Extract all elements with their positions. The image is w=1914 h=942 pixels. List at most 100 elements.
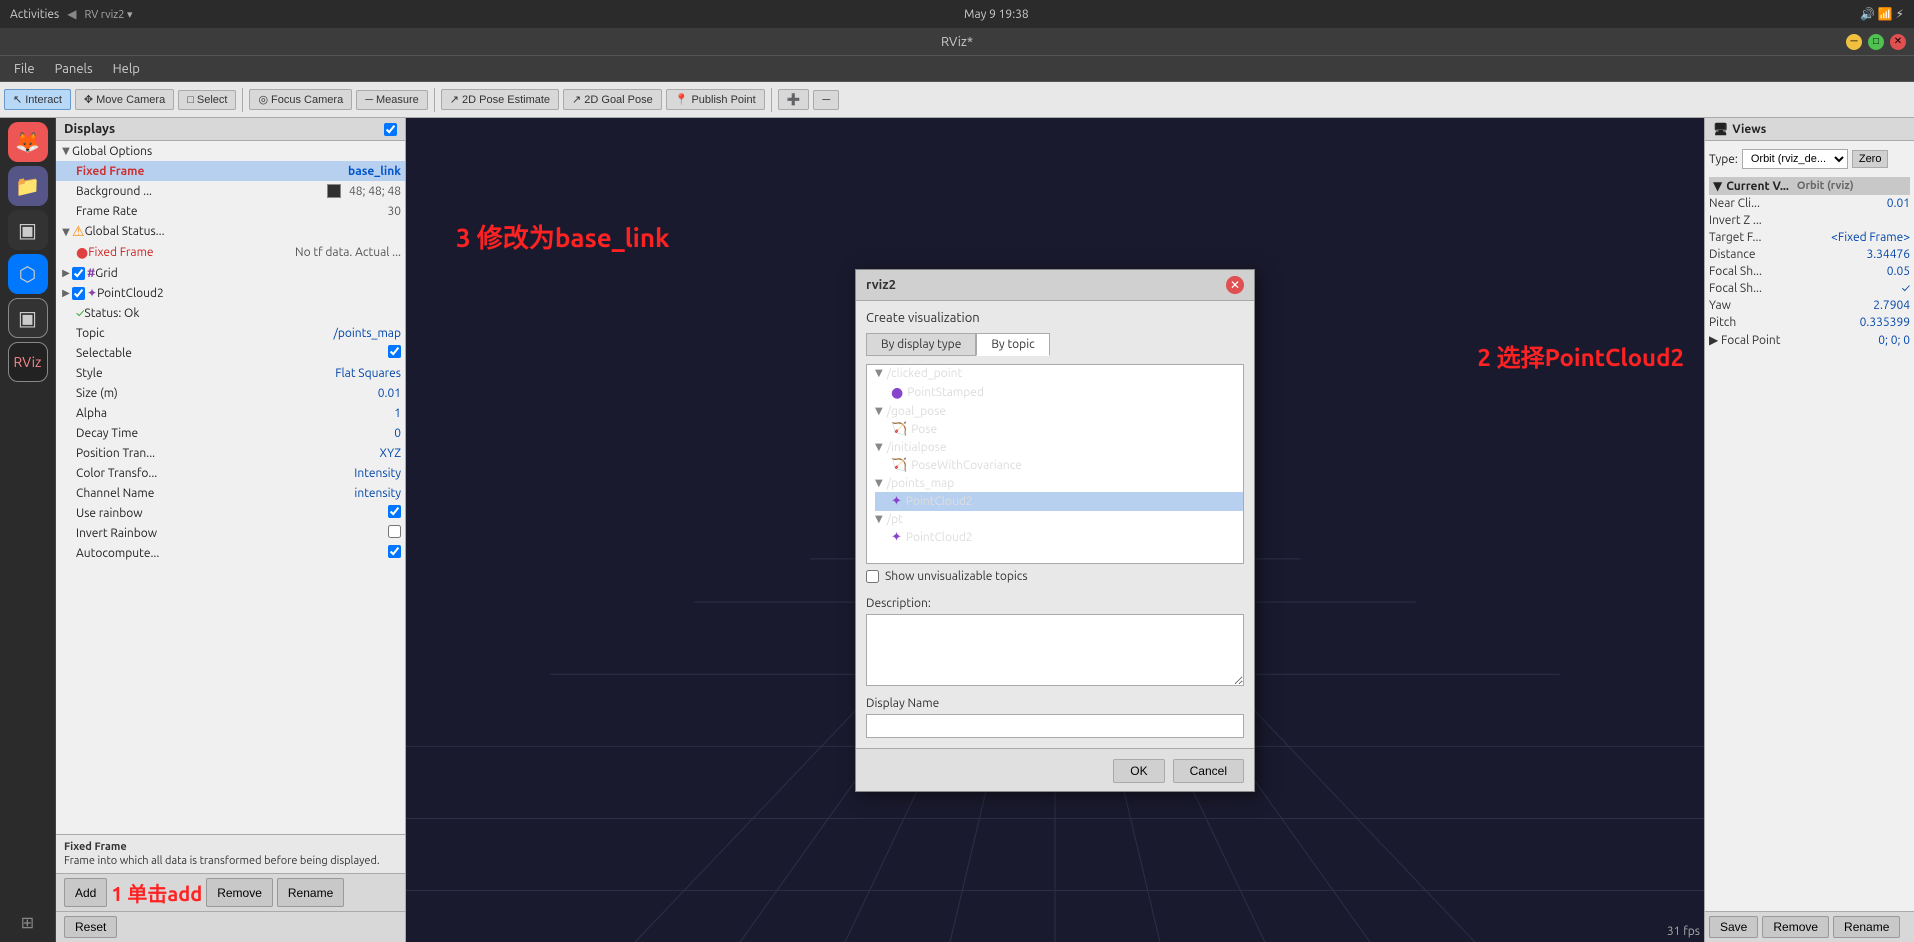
displays-toggle[interactable]: [384, 123, 397, 136]
alpha-row[interactable]: Alpha 1: [56, 403, 405, 423]
measure-button[interactable]: ─ Measure: [356, 90, 428, 110]
topic-tree[interactable]: ▼ /clicked_point ● PointStamped ▼ /goal_…: [866, 364, 1244, 564]
view-type-select[interactable]: Orbit (rviz_de...: [1742, 149, 1848, 169]
taskbar-terminal2[interactable]: ▣: [8, 298, 48, 338]
status-ok-label: Status: Ok: [84, 307, 401, 320]
move-camera-button[interactable]: ✥ Move Camera: [75, 89, 174, 110]
view-type-label: Type:: [1709, 153, 1738, 166]
size-row[interactable]: Size (m) 0.01: [56, 383, 405, 403]
view-zero-button[interactable]: Zero: [1852, 150, 1889, 168]
display-name-input[interactable]: [866, 714, 1244, 738]
toolbar: ↖ Interact ✥ Move Camera □ Select ◎ Focu…: [0, 82, 1914, 118]
dialog-close-button[interactable]: ✕: [1226, 276, 1244, 294]
focus-camera-button[interactable]: ◎ Focus Camera: [249, 89, 352, 110]
pose-label: Pose: [911, 423, 937, 436]
interact-button[interactable]: ↖ Interact: [4, 89, 71, 110]
menu-panels[interactable]: Panels: [45, 60, 103, 78]
invert-rainbow-row[interactable]: Invert Rainbow: [56, 523, 405, 543]
grid-row[interactable]: ▶ # Grid: [56, 263, 405, 283]
fixed-frame-row[interactable]: Fixed Frame base_link: [56, 161, 405, 181]
pose-estimate-button[interactable]: ↗ 2D Pose Estimate: [441, 89, 559, 110]
pointcloud2-pt-item[interactable]: ✦ PointCloud2: [875, 528, 1243, 547]
yaw-row: Yaw 2.7904: [1709, 297, 1910, 314]
add-tool-button[interactable]: ➕: [778, 89, 810, 110]
decay-time-row[interactable]: Decay Time 0: [56, 423, 405, 443]
menu-help[interactable]: Help: [103, 60, 150, 78]
position-trans-row[interactable]: Position Tran... XYZ: [56, 443, 405, 463]
3d-viewport[interactable]: 3 修改为base_link rviz2 ✕ Create visualizat…: [406, 118, 1704, 942]
publish-point-button[interactable]: 📍 Publish Point: [666, 89, 765, 110]
tab-by-display-type[interactable]: By display type: [866, 333, 976, 356]
style-row[interactable]: Style Flat Squares: [56, 363, 405, 383]
alpha-key: Alpha: [76, 407, 390, 420]
pointcloud2-checkbox[interactable]: [72, 287, 85, 300]
views-rename-button[interactable]: Rename: [1833, 916, 1900, 938]
grid-label: Grid: [95, 267, 401, 280]
taskbar-rviz[interactable]: RViz: [8, 342, 48, 382]
initialpose-item[interactable]: ▼ /initialpose: [867, 439, 1243, 456]
displays-title: Displays: [64, 122, 115, 136]
activities-label[interactable]: Activities: [10, 8, 59, 21]
topic-row[interactable]: Topic /points_map: [56, 323, 405, 343]
use-rainbow-row[interactable]: Use rainbow: [56, 503, 405, 523]
frame-rate-row[interactable]: Frame Rate 30: [56, 201, 405, 221]
near-clip-value: 0.01: [1887, 197, 1910, 210]
display-name-section: Display Name: [866, 697, 1244, 738]
topic-key: Topic: [76, 327, 329, 340]
current-view-header[interactable]: ▼ Current V... Orbit (rviz): [1709, 177, 1910, 195]
background-row[interactable]: Background ... 48; 48; 48: [56, 181, 405, 201]
minimize-button[interactable]: ─: [1846, 34, 1862, 50]
selectable-value: [388, 345, 401, 361]
focal-point-label: ▶ Focal Point: [1709, 333, 1874, 347]
show-unvisualizable-checkbox[interactable]: [866, 570, 879, 583]
pt-item[interactable]: ▼ /pt: [867, 511, 1243, 528]
autocompute-row[interactable]: Autocompute...: [56, 543, 405, 563]
maximize-button[interactable]: □: [1868, 34, 1884, 50]
reset-button[interactable]: Reset: [64, 916, 117, 938]
distance-label: Distance: [1709, 248, 1862, 261]
remove-tool-button[interactable]: ─: [813, 90, 839, 110]
global-status-row[interactable]: ▼ ⚠ Global Status...: [56, 221, 405, 242]
cancel-button[interactable]: Cancel: [1173, 759, 1244, 783]
grid-checkbox[interactable]: [72, 267, 85, 280]
bottom-buttons: Add 1 单击add Remove Rename: [56, 873, 405, 911]
rename-button[interactable]: Rename: [277, 878, 344, 907]
selectable-row[interactable]: Selectable: [56, 343, 405, 363]
fixed-frame-status-row[interactable]: ● Fixed Frame No tf data. Actual ...: [56, 242, 405, 263]
taskbar-terminal[interactable]: ▣: [8, 210, 48, 250]
taskbar-vscode[interactable]: ⬡: [8, 254, 48, 294]
pitch-row: Pitch 0.335399: [1709, 314, 1910, 331]
pose-item[interactable]: 🏹 Pose: [875, 420, 1243, 439]
ok-button[interactable]: OK: [1113, 759, 1164, 783]
pointcloud2-dialog-label: PointCloud2: [906, 495, 973, 508]
taskbar-firefox[interactable]: 🦊: [8, 122, 48, 162]
description-textarea[interactable]: [866, 614, 1244, 686]
fixed-frame-status-key: Fixed Frame: [88, 246, 291, 259]
views-save-button[interactable]: Save: [1709, 916, 1758, 938]
pitch-value: 0.335399: [1860, 316, 1910, 329]
pt-label: /pt: [887, 513, 903, 526]
goal-pose-button[interactable]: ↗ 2D Goal Pose: [563, 89, 662, 110]
add-button[interactable]: Add: [64, 878, 107, 907]
goal-pose-item[interactable]: ▼ /goal_pose: [867, 403, 1243, 420]
select-button[interactable]: □ Select: [178, 90, 236, 110]
remove-button[interactable]: Remove: [206, 878, 273, 907]
grid-icon: #: [87, 267, 95, 280]
global-options-row[interactable]: ▼ Global Options: [56, 141, 405, 161]
close-button[interactable]: ✕: [1890, 34, 1906, 50]
pointcloud2-dialog-item[interactable]: ✦ PointCloud2: [875, 492, 1243, 511]
taskbar-files[interactable]: 📁: [8, 166, 48, 206]
points-map-item[interactable]: ▼ /points_map: [867, 475, 1243, 492]
pointcloud2-row[interactable]: ▶ ✦ PointCloud2: [56, 283, 405, 303]
color-transfo-row[interactable]: Color Transfo... Intensity: [56, 463, 405, 483]
tab-by-topic[interactable]: By topic: [976, 333, 1049, 356]
channel-name-row[interactable]: Channel Name intensity: [56, 483, 405, 503]
clicked-point-item[interactable]: ▼ /clicked_point: [867, 365, 1243, 382]
pointstamped-item[interactable]: ● PointStamped: [875, 382, 1243, 403]
dialog-overlay: rviz2 ✕ Create visualization By display …: [406, 118, 1704, 942]
views-remove-button[interactable]: Remove: [1762, 916, 1829, 938]
menu-file[interactable]: File: [4, 60, 45, 78]
pointstamped-label: PointStamped: [907, 386, 984, 399]
pose-covariance-item[interactable]: 🏹 PoseWithCovariance: [875, 456, 1243, 475]
taskbar-grid[interactable]: ⊞: [8, 902, 48, 942]
